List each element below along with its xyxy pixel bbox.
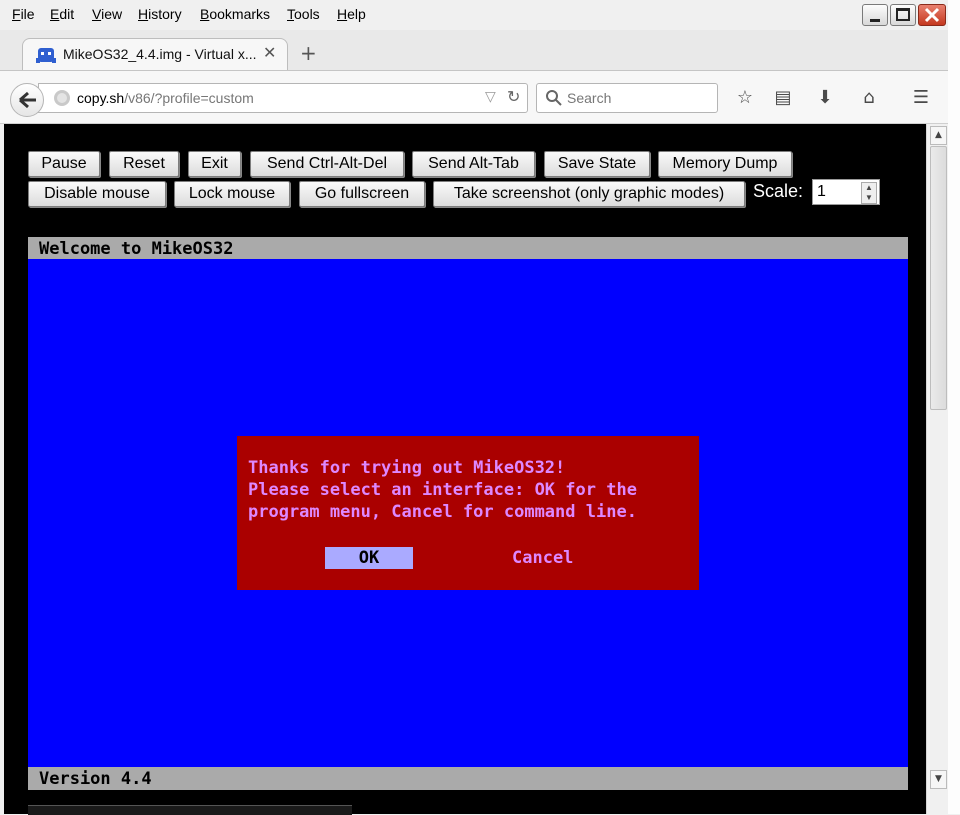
menu-view[interactable]: View: [92, 6, 122, 22]
tab-title: MikeOS32_4.4.img - Virtual x...: [63, 46, 257, 62]
url-text: copy.sh/v86/?profile=custom: [77, 90, 254, 106]
menu-history[interactable]: History: [138, 6, 182, 22]
menu-hamburger-icon[interactable]: ☰: [910, 87, 932, 109]
tab-strip: MikeOS32_4.4.img - Virtual x... ✕ +: [0, 30, 960, 71]
v86-favicon-icon: [36, 48, 56, 63]
save-state-button[interactable]: Save State: [544, 151, 650, 177]
scrollbar-thumb[interactable]: [930, 146, 947, 410]
navigation-bar: copy.sh/v86/?profile=custom ▽ ↻ Search ☆…: [0, 71, 960, 124]
tab-close-icon[interactable]: ✕: [263, 43, 276, 62]
url-bar[interactable]: copy.sh/v86/?profile=custom ▽ ↻: [38, 83, 528, 113]
minimize-button[interactable]: [862, 4, 888, 26]
dialog-line-3: program menu, Cancel for command line.: [248, 502, 637, 522]
send-alt-tab-button[interactable]: Send Alt-Tab: [412, 151, 535, 177]
menu-file[interactable]: File: [12, 6, 35, 22]
dialog-line-1: Thanks for trying out MikeOS32!: [248, 458, 566, 478]
menu-edit[interactable]: Edit: [50, 6, 74, 22]
menu-tools[interactable]: Tools: [287, 6, 320, 22]
scale-input[interactable]: 1 ▲ ▼: [812, 179, 880, 205]
new-tab-button[interactable]: +: [300, 41, 317, 65]
search-bar[interactable]: Search: [536, 83, 718, 113]
send-ctrl-alt-del-button[interactable]: Send Ctrl-Alt-Del: [250, 151, 404, 177]
screen-title: Welcome to MikeOS32: [39, 239, 234, 259]
dialog-cancel-button[interactable]: Cancel: [512, 547, 573, 569]
emulator-dialog: Thanks for trying out MikeOS32! Please s…: [237, 436, 699, 590]
minimize-icon: [870, 19, 880, 22]
maximize-icon: [896, 8, 910, 21]
reload-icon[interactable]: ↻: [507, 87, 520, 106]
take-screenshot-button[interactable]: Take screenshot (only graphic modes): [433, 181, 745, 207]
home-icon[interactable]: ⌂: [858, 87, 880, 109]
exit-button[interactable]: Exit: [188, 151, 241, 177]
download-icon[interactable]: ⬇: [814, 87, 836, 109]
screen-title-bar: Welcome to MikeOS32: [28, 237, 908, 259]
dialog-line-2: Please select an interface: OK for the: [248, 480, 637, 500]
scale-label: Scale:: [753, 181, 804, 201]
pause-button[interactable]: Pause: [28, 151, 100, 177]
search-placeholder: Search: [567, 90, 612, 106]
back-arrow-icon: [19, 91, 36, 109]
scale-spinner-icon[interactable]: ▲ ▼: [861, 182, 877, 204]
emulator-screen[interactable]: Welcome to MikeOS32 Thanks for trying ou…: [28, 237, 908, 790]
menu-bar: File Edit View History Bookmarks Tools H…: [0, 0, 960, 30]
globe-icon: [54, 90, 70, 106]
scroll-up-arrow-icon[interactable]: ▲: [930, 126, 947, 145]
maximize-button[interactable]: [890, 4, 916, 26]
dialog-ok-button[interactable]: OK: [325, 547, 413, 569]
close-icon: [924, 7, 940, 23]
search-icon: [546, 90, 562, 106]
window-frame-right: [948, 0, 960, 814]
scale-value: 1: [817, 183, 826, 200]
lock-mouse-button[interactable]: Lock mouse: [174, 181, 290, 207]
screen-status-bar: Version 4.4: [28, 767, 908, 790]
reset-button[interactable]: Reset: [109, 151, 179, 177]
dropdown-arrow-icon[interactable]: ▽: [485, 89, 496, 105]
menu-bookmarks[interactable]: Bookmarks: [200, 6, 270, 22]
close-window-button[interactable]: [918, 4, 946, 26]
bookmark-star-icon[interactable]: ☆: [734, 87, 756, 109]
tab-active[interactable]: MikeOS32_4.4.img - Virtual x... ✕: [22, 38, 288, 70]
disable-mouse-button[interactable]: Disable mouse: [28, 181, 166, 207]
scroll-down-arrow-icon[interactable]: ▼: [930, 770, 947, 789]
screen-version: Version 4.4: [39, 769, 152, 789]
menu-help[interactable]: Help: [337, 6, 366, 22]
page-content: Pause Reset Exit Send Ctrl-Alt-Del Send …: [4, 124, 926, 815]
memory-dump-button[interactable]: Memory Dump: [658, 151, 792, 177]
reading-list-icon[interactable]: ▤: [772, 87, 794, 109]
back-button[interactable]: [10, 83, 44, 117]
page-scrollbar[interactable]: ▲ ▼: [926, 124, 949, 814]
go-fullscreen-button[interactable]: Go fullscreen: [299, 181, 425, 207]
